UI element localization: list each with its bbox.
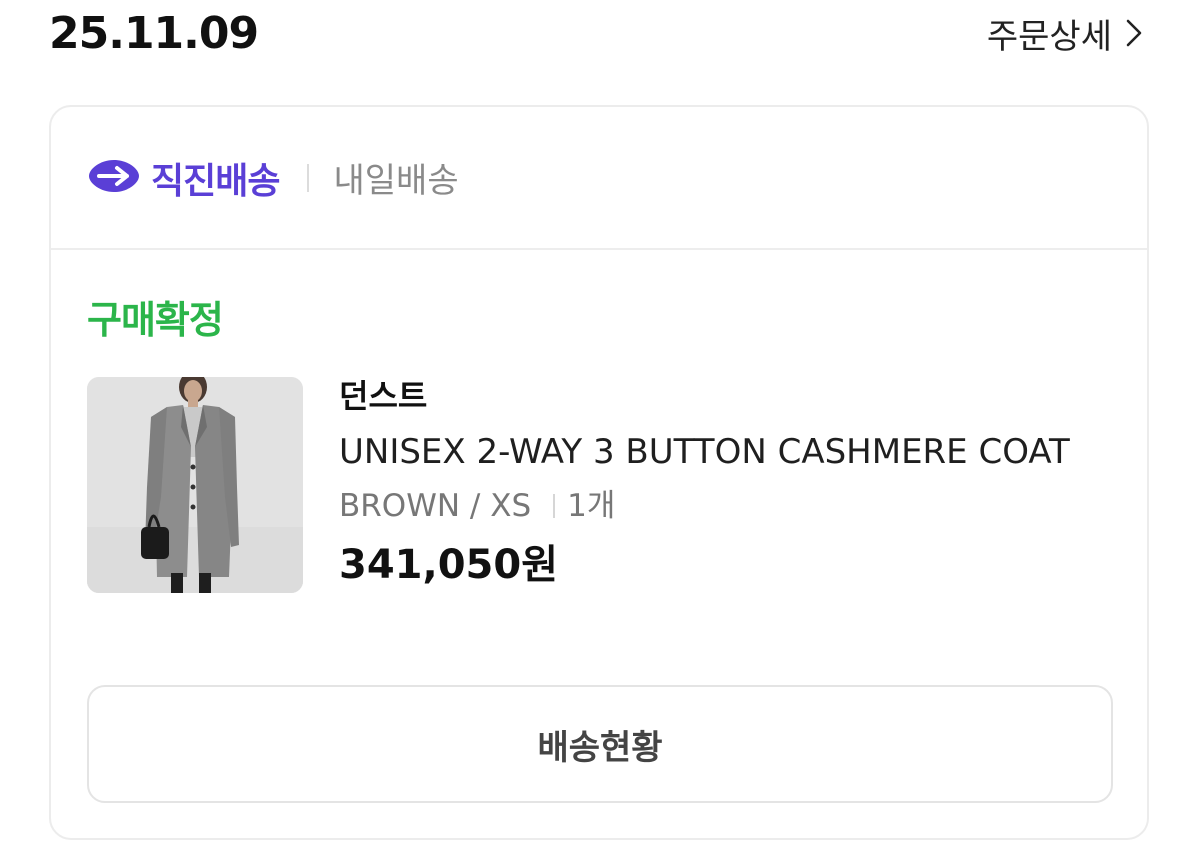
order-status: 구매확정 [87,298,224,342]
delivery-brand: 직진배송 [87,152,280,204]
product-brand[interactable]: 던스트 [339,375,1119,417]
order-date: 25.11.09 [49,8,259,59]
shipping-status-button[interactable]: 배송현황 [87,685,1113,803]
delivery-brand-label: 직진배송 [151,160,280,202]
direct-delivery-logo-icon [87,158,141,198]
product-option-row: BROWN / XS 1개 [339,483,1119,529]
option-divider [553,494,556,518]
order-detail-label: 주문상세 [986,16,1112,57]
delivery-type-label: 내일배송 [333,161,459,201]
order-card: 직진배송 내일배송 구매확정 던스트 UNISEX 2-WAY 3 BUTTON… [49,105,1149,840]
product-quantity: 1개 [567,488,616,524]
product-info: 던스트 UNISEX 2-WAY 3 BUTTON CASHMERE COAT … [339,375,1119,591]
product-name[interactable]: UNISEX 2-WAY 3 BUTTON CASHMERE COAT [339,429,1119,475]
order-detail-link[interactable]: 주문상세 [986,10,1142,57]
product-option: BROWN / XS [339,488,532,524]
product-image[interactable] [87,377,303,593]
chevron-right-icon [1126,19,1142,47]
header-divider [307,163,310,192]
product-price: 341,050원 [339,542,558,588]
card-header: 직진배송 내일배송 [51,107,1147,250]
